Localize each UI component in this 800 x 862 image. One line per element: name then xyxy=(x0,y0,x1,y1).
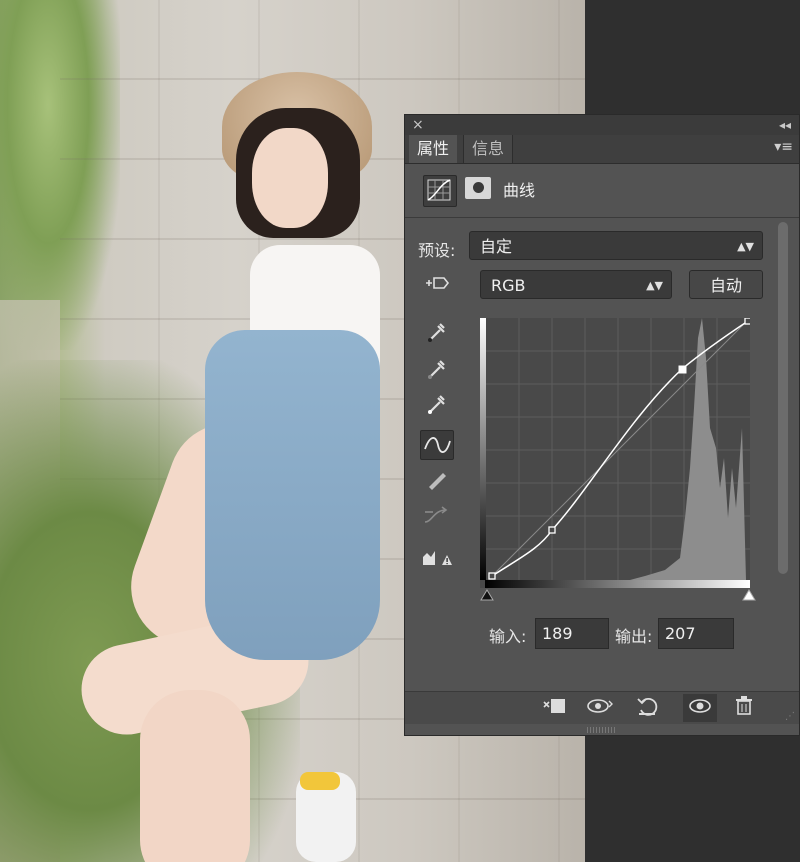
on-image-adjust-icon[interactable] xyxy=(420,270,454,300)
properties-panel: × ◂◂ 属性 信息 ▾≡ 曲线 预设: 自定 ▲▼ RGB ▲▼ 自动 输入:… xyxy=(404,114,800,736)
panel-footer: ⋰ xyxy=(405,691,799,724)
adjustment-header: 曲线 xyxy=(405,163,799,218)
channel-value: RGB xyxy=(491,276,526,295)
black-point-slider[interactable] xyxy=(480,589,494,601)
trash-icon[interactable] xyxy=(729,694,759,722)
updown-arrow-icon: ▲▼ xyxy=(646,279,663,292)
preset-label: 预设: xyxy=(418,241,456,260)
view-previous-state-icon[interactable] xyxy=(585,694,615,722)
updown-arrow-icon: ▲▼ xyxy=(737,240,754,253)
curve-point-tool-icon[interactable] xyxy=(420,430,454,460)
girl-leg xyxy=(140,690,250,862)
shoe-stripe xyxy=(300,772,340,790)
pencil-icon[interactable] xyxy=(420,465,454,495)
clip-to-layer-icon[interactable] xyxy=(540,694,570,722)
panel-scrollbar[interactable] xyxy=(778,222,788,574)
girl-overalls xyxy=(205,330,380,660)
eyedropper-gray-icon[interactable] xyxy=(420,355,454,385)
mask-icon[interactable] xyxy=(465,177,491,199)
output-label: 输出: xyxy=(615,627,653,646)
visibility-eye-icon[interactable] xyxy=(683,694,717,722)
curve-point-selected xyxy=(678,365,687,374)
panel-titlebar: × ◂◂ xyxy=(405,115,799,135)
curve-point xyxy=(744,318,750,325)
panel-menu-icon[interactable]: ▾≡ xyxy=(774,139,793,155)
tab-bar: 属性 信息 ▾≡ xyxy=(405,135,799,164)
panel-resize-handle[interactable] xyxy=(587,727,617,733)
adjustment-title: 曲线 xyxy=(503,181,536,200)
white-point-slider[interactable] xyxy=(742,589,756,601)
input-field[interactable]: 189 xyxy=(535,618,609,649)
curves-adjustment-icon[interactable] xyxy=(423,175,457,207)
reset-icon[interactable] xyxy=(633,694,663,722)
input-gradient-bar xyxy=(485,580,750,588)
girl-face xyxy=(252,128,328,228)
eyedropper-white-icon[interactable] xyxy=(420,390,454,420)
tab-properties[interactable]: 属性 xyxy=(409,135,458,163)
channel-select[interactable]: RGB ▲▼ xyxy=(480,270,672,299)
curves-graph[interactable] xyxy=(480,318,750,588)
preset-value: 自定 xyxy=(480,237,513,256)
collapse-icon[interactable]: ◂◂ xyxy=(779,115,791,135)
tab-info[interactable]: 信息 xyxy=(463,135,514,163)
curve-point xyxy=(488,572,496,580)
preset-select[interactable]: 自定 ▲▼ xyxy=(469,231,763,260)
close-icon[interactable]: × xyxy=(412,115,424,135)
curve-point xyxy=(548,526,556,534)
clipping-warning-icon[interactable] xyxy=(420,543,454,573)
smooth-curve-icon[interactable] xyxy=(420,502,454,532)
output-field[interactable]: 207 xyxy=(658,618,734,649)
resize-grip-icon[interactable]: ⋰ xyxy=(785,711,795,722)
eyedropper-black-icon[interactable] xyxy=(420,318,454,348)
auto-button[interactable]: 自动 xyxy=(689,270,763,299)
input-label: 输入: xyxy=(489,627,527,646)
